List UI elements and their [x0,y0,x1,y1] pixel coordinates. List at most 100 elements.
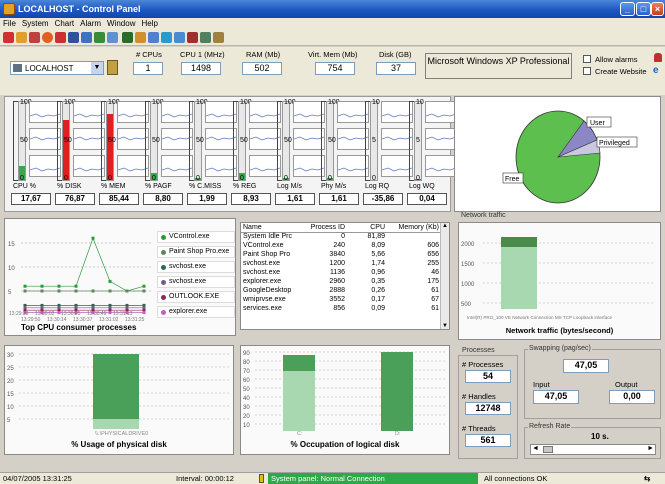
process-row[interactable]: GoogleDesktop 2888 0,26 61 [241,286,441,295]
series-point [57,289,61,293]
series-point [91,236,95,240]
window-icon[interactable] [81,32,92,43]
col-pid[interactable]: Process ID [303,223,347,232]
legend-item[interactable]: OUTLOOK.EXE [157,291,235,303]
menu-system[interactable]: System [19,18,52,29]
create-website-checkbox[interactable] [583,67,591,75]
process-row[interactable]: svchost.exe 1200 1,74 255 [241,259,441,268]
scroll-up-icon[interactable]: ▲ [441,223,449,229]
host-select[interactable]: LOCALHOST ▼ [10,61,104,75]
process-row[interactable]: wmiprvse.exe 3552 0,17 67 [241,295,441,304]
logical-disk-title: % Occupation of logical disk [290,440,400,449]
process-row[interactable]: Paint Shop Pro 3840 5,66 656 [241,250,441,259]
process-cell: 0,26 [371,287,385,294]
process-cell: 2888 [329,287,345,294]
gauge-label: CPU % [13,183,36,190]
allow-alarms-checkbox[interactable] [583,55,591,63]
table-icon[interactable] [94,32,105,43]
pause-icon[interactable] [259,474,264,483]
series-point [142,284,146,288]
top-cpu-panel: 15 10 5 13:29:39 13:30:02 13:30:25 13:30:49 13:… [4,218,236,336]
physical-disk-bar [93,354,139,419]
slider-right-icon[interactable]: ► [647,445,654,452]
y-tick-label: 30 [7,353,14,359]
process-cell: wmiprvse.exe [243,296,286,303]
series-point [57,284,61,288]
process-row[interactable]: explorer.exe 2960 0,35 175 [241,277,441,286]
gauge-2: 100 50 0% MEM [101,99,151,190]
menu-alarm[interactable]: Alarm [77,18,104,29]
alarm-icon[interactable] [135,32,146,43]
close-button[interactable]: × [651,2,664,16]
menu-chart[interactable]: Chart [52,18,78,29]
process-row[interactable]: svchost.exe 1136 0,96 46 [241,268,441,277]
col-name[interactable]: Name [241,223,303,232]
minimize-button[interactable]: _ [620,2,635,16]
process-cell: GoogleDesktop [243,287,292,294]
add-host-icon[interactable] [16,32,27,43]
legend-item[interactable]: svchost.exe [157,276,235,288]
refresh-slider[interactable]: ◄ ► [530,444,656,455]
alarm-bell-icon[interactable] [654,53,662,62]
process-cell: 856 [333,305,345,312]
window-title: LOCALHOST - Control Panel [18,4,141,14]
gauge-tick: 5 [372,137,376,144]
legend-item[interactable]: VControl.exe [157,231,235,243]
process-row[interactable]: VControl.exe 240 8,09 606 [241,241,441,250]
process-cell: 0 [341,233,345,241]
menu-file[interactable]: File [0,18,19,29]
legend-item[interactable]: Paint Shop Pro.exe [157,246,235,258]
gauge-tick: 0 [20,175,24,182]
connect-icon[interactable] [3,32,14,43]
chart-icon[interactable] [107,32,118,43]
maximize-button[interactable]: □ [636,2,651,16]
menu-help[interactable]: Help [138,18,160,29]
menu-window[interactable]: Window [104,18,138,29]
col-cpu[interactable]: CPU [347,223,387,232]
web-browser-icon[interactable]: e [653,66,663,76]
y-tick-label: 5 [8,290,12,296]
y-tick-label: 5 [7,418,11,424]
host-properties-icon[interactable] [107,60,118,75]
process-row[interactable]: System Idle Prc 0 81,89 [241,232,441,241]
chevron-down-icon[interactable]: ▼ [91,62,103,74]
process-cell: 3840 [329,251,345,258]
print-icon[interactable] [122,32,133,43]
process-cell: 3552 [329,296,345,303]
y-tick-label: 70 [243,369,250,375]
process-cell: 0,17 [371,296,385,303]
process-table-scrollbar[interactable]: ▲ ▼ [440,223,449,329]
series-point [142,311,146,315]
stop-icon[interactable] [55,32,66,43]
settings-icon[interactable] [213,32,224,43]
toolbar [0,30,665,46]
y-tick-label: 15 [7,392,14,398]
legend-item[interactable]: svchost.exe [157,261,235,273]
col-memory[interactable]: Memory (Kb) [387,223,441,232]
report-icon[interactable] [187,32,198,43]
network-icon[interactable] [174,32,185,43]
refresh-icon[interactable] [42,32,53,43]
remove-host-icon[interactable] [29,32,40,43]
network-bar-sent [501,237,537,247]
process-table-header: Name Process ID CPU Memory (Kb) [241,223,441,232]
slider-thumb[interactable] [543,446,553,453]
scroll-down-icon[interactable]: ▼ [441,323,449,329]
y-tick-label: 60 [243,378,250,384]
legend-item[interactable]: explorer.exe [157,306,235,318]
gauge-tick: 0 [108,175,112,182]
save-icon[interactable] [68,32,79,43]
process-cell: 0,09 [371,305,385,312]
monitor-icon[interactable] [148,32,159,43]
series-line [25,237,145,292]
slider-left-icon[interactable]: ◄ [532,445,539,452]
network-section-label: Network traffic [461,212,506,219]
process-row[interactable]: services.exe 856 0,09 61 [241,304,441,313]
handles-count: 12748 [465,402,511,415]
tools-icon[interactable] [200,32,211,43]
y-tick-label: 20 [7,379,14,385]
series-point [91,289,95,293]
refresh-section-label: Refresh Rate [528,423,572,430]
gauge-tick: 0 [240,175,244,182]
web-icon[interactable] [161,32,172,43]
